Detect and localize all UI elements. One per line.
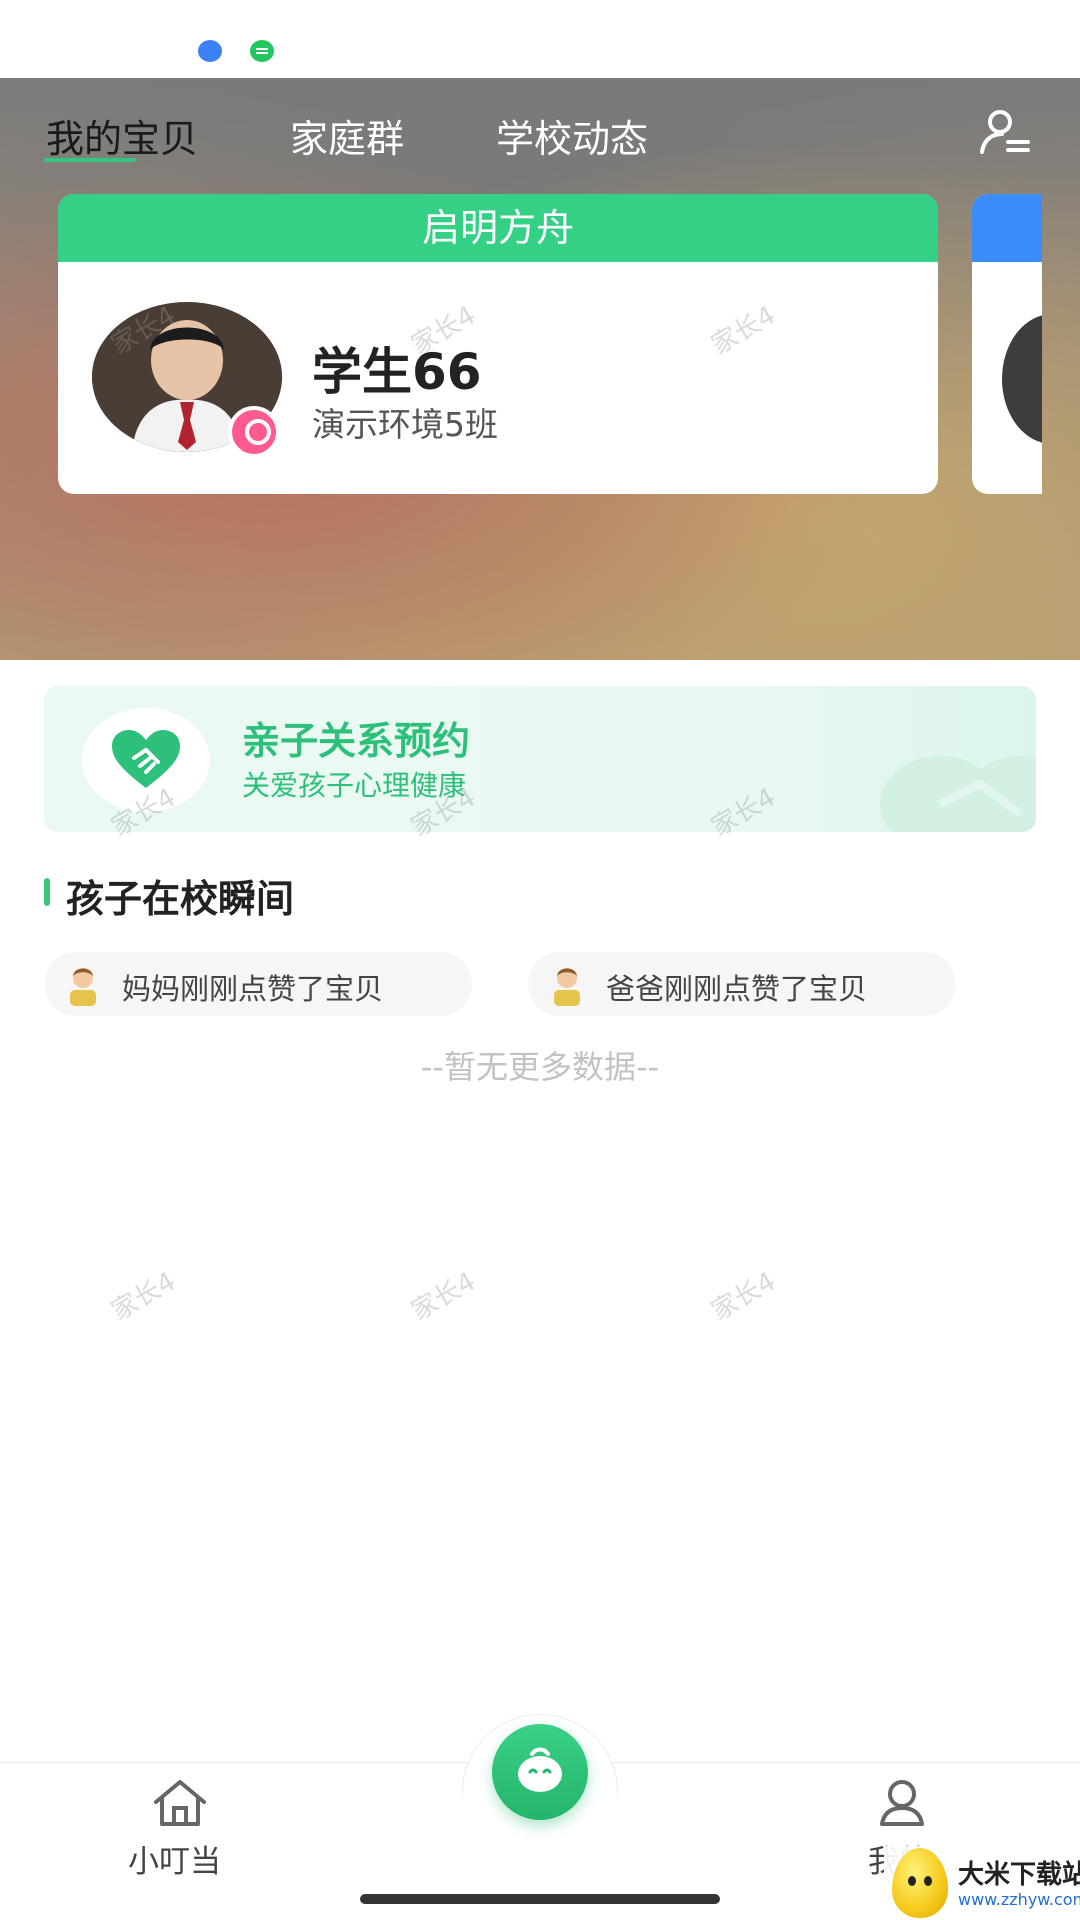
parent-child-appointment-banner[interactable]: 亲子关系预约 关爱孩子心理健康 — [44, 686, 1036, 832]
nav-home-label[interactable]: 小叮当 — [128, 1836, 221, 1881]
parent-avatar-icon — [70, 968, 96, 1006]
student-card[interactable]: 启明方舟 学生66 演示环境5班 — [58, 194, 938, 494]
tab-family-group[interactable]: 家庭群 — [290, 108, 404, 188]
next-student-avatar — [1002, 314, 1042, 444]
next-student-card[interactable] — [972, 194, 1042, 494]
activity-text: 妈妈刚刚点赞了宝贝 — [122, 972, 384, 1006]
site-logo-watermark: 大米下载站 www.zzhyw.com — [884, 1846, 1080, 1920]
app-screen: 我的宝贝 家庭群 学校动态 启明方舟 学生66 演示环境5班 亲子关系预约 关爱… — [0, 0, 1080, 1920]
profile-icon[interactable] — [876, 1778, 928, 1828]
center-baby-button[interactable] — [492, 1724, 588, 1820]
top-tabs: 我的宝贝 家庭群 学校动态 — [46, 108, 740, 188]
status-bar — [0, 0, 1080, 78]
activity-chip[interactable]: 爸爸刚刚点赞了宝贝 — [528, 952, 956, 1016]
watermark: 家长4 — [106, 1266, 181, 1327]
chat-notification-icon — [198, 40, 222, 62]
user-list-icon[interactable] — [978, 106, 1032, 160]
school-name: 启明方舟 — [58, 194, 938, 262]
activity-chip[interactable]: 妈妈刚刚点赞了宝贝 — [44, 952, 472, 1016]
message-notification-icon — [250, 40, 274, 62]
heart-handshake-icon — [112, 730, 180, 788]
student-name: 学生66 — [312, 343, 482, 401]
logo-url: www.zzhyw.com — [958, 1890, 1080, 1909]
section-accent-bar — [44, 878, 50, 906]
student-badge-icon — [228, 406, 280, 458]
watermark: 家长4 — [406, 1266, 481, 1327]
section-title: 孩子在校瞬间 — [66, 877, 295, 921]
logo-title: 大米下载站 — [958, 1860, 1080, 1890]
parent-avatar-icon — [554, 968, 580, 1006]
tab-my-baby[interactable]: 我的宝贝 — [46, 108, 198, 188]
baby-face-icon — [518, 1747, 562, 1792]
home-icon[interactable] — [152, 1778, 208, 1828]
home-indicator[interactable] — [360, 1894, 720, 1904]
student-class: 演示环境5班 — [312, 405, 498, 444]
banner-decoration-icon — [880, 756, 1036, 832]
egg-mascot-icon — [892, 1848, 948, 1918]
watermark: 家长4 — [706, 1266, 781, 1327]
banner-title: 亲子关系预约 — [242, 719, 471, 763]
tab-school-news[interactable]: 学校动态 — [496, 108, 648, 188]
activity-text: 爸爸刚刚点赞了宝贝 — [606, 972, 868, 1006]
header-hero: 我的宝贝 家庭群 学校动态 启明方舟 学生66 演示环境5班 — [0, 78, 1080, 660]
next-card-header — [972, 194, 1042, 262]
no-more-data-text: --暂无更多数据-- — [420, 1048, 660, 1086]
active-tab-indicator — [44, 158, 136, 162]
